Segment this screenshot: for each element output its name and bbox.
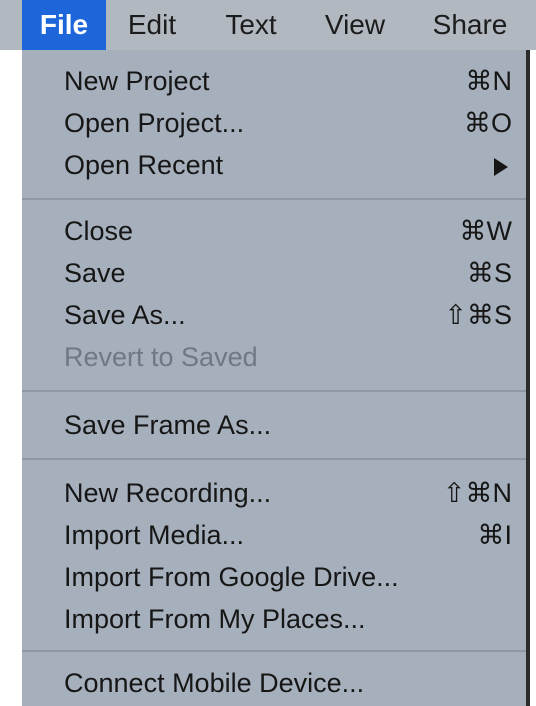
menu-share[interactable]: Share	[418, 0, 522, 50]
menu-item-label: New Recording...	[64, 478, 272, 508]
menu-item-new-project[interactable]: New Project ⌘N	[22, 60, 526, 102]
menu-item-save[interactable]: Save ⌘S	[22, 252, 526, 294]
menu-item-shortcut: ⌘I	[477, 520, 512, 550]
menu-item-connect-mobile-device[interactable]: Connect Mobile Device...	[22, 662, 526, 704]
submenu-arrow-icon	[494, 157, 508, 176]
menu-item-import-from-google-drive[interactable]: Import From Google Drive...	[22, 556, 526, 598]
menu-item-label: Revert to Saved	[64, 342, 258, 372]
menu-bar: File Edit Text View Share	[0, 0, 536, 50]
menu-item-revert-to-saved: Revert to Saved	[22, 336, 526, 378]
menu-separator	[22, 458, 526, 460]
menu-item-save-as[interactable]: Save As... ⇧⌘S	[22, 294, 526, 336]
file-menu-dropdown: New Project ⌘N Open Project... ⌘O Open R…	[22, 50, 530, 706]
menu-item-label: Connect Mobile Device...	[64, 668, 365, 698]
menu-item-open-project[interactable]: Open Project... ⌘O	[22, 102, 526, 144]
screen: File Edit Text View Share New Project ⌘N…	[0, 0, 536, 706]
menu-item-label: Close	[64, 216, 134, 246]
menu-view[interactable]: View	[314, 0, 396, 50]
menu-item-import-from-my-places[interactable]: Import From My Places...	[22, 598, 526, 640]
menu-item-shortcut: ⇧⌘S	[444, 300, 512, 330]
menu-item-label: Import From My Places...	[64, 604, 366, 634]
menu-item-label: Save Frame As...	[64, 410, 272, 440]
menu-item-save-frame-as[interactable]: Save Frame As...	[22, 404, 526, 446]
menu-item-shortcut: ⌘S	[466, 258, 512, 288]
menu-item-open-recent[interactable]: Open Recent	[22, 144, 526, 186]
menu-item-label: Open Project...	[64, 108, 245, 138]
menu-separator	[22, 198, 526, 200]
menu-item-label: Save As...	[64, 300, 186, 330]
menu-file[interactable]: File	[22, 0, 106, 50]
menu-right-edge	[526, 50, 530, 706]
menu-separator	[22, 650, 526, 652]
menu-item-shortcut: ⌘W	[459, 216, 512, 246]
menu-item-shortcut: ⌘N	[465, 66, 513, 96]
menu-item-label: Import Media...	[64, 520, 245, 550]
menu-item-shortcut: ⌘O	[463, 108, 512, 138]
menu-item-label: Import From Google Drive...	[64, 562, 399, 592]
menu-item-label: Save	[64, 258, 126, 288]
menu-item-import-media[interactable]: Import Media... ⌘I	[22, 514, 526, 556]
menu-item-label: New Project	[64, 66, 210, 96]
menu-item-shortcut	[494, 144, 512, 186]
menu-item-label: Open Recent	[64, 150, 224, 180]
menu-edit[interactable]: Edit	[120, 0, 184, 50]
menu-item-close[interactable]: Close ⌘W	[22, 210, 526, 252]
menu-text[interactable]: Text	[216, 0, 286, 50]
menu-item-shortcut: ⇧⌘N	[442, 478, 512, 508]
menu-separator	[22, 390, 526, 392]
menu-item-new-recording[interactable]: New Recording... ⇧⌘N	[22, 472, 526, 514]
